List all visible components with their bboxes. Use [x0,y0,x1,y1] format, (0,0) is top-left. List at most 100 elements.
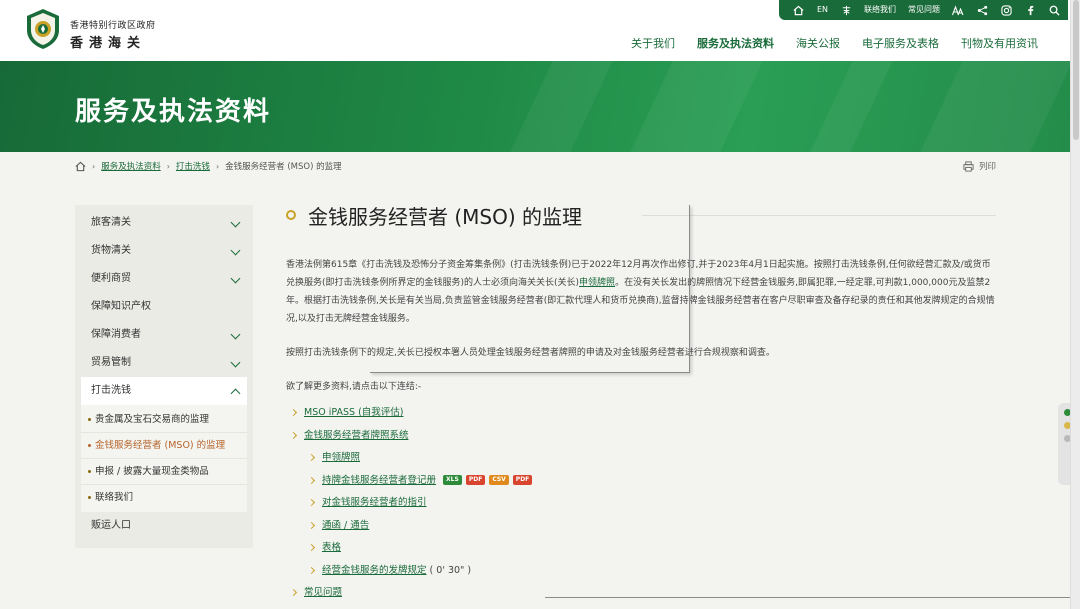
list-item: 对金钱服务经营者的指引 [286,492,996,515]
chevron-up-icon [230,388,241,399]
sidebar-item-passenger[interactable]: 旅客清关 [81,209,247,237]
page-title-row: 金钱服务经营者 (MSO) 的监理 [286,200,996,230]
sidebar-item-label: 旅客清关 [91,217,131,228]
faq-link[interactable]: 常见问题 [908,0,940,20]
printer-icon [963,160,974,172]
csv-file-icon[interactable]: CSV [489,475,509,485]
breadcrumb-current: 金钱服务经营者 (MSO) 的监理 [225,162,342,172]
sidebar-item-label: 保障知识产权 [91,301,151,312]
chevron-right-icon [307,453,316,462]
chevron-right-icon [307,543,316,552]
intro-paragraph: 香港法例第615章《打击洗钱及恐怖分子资金筹集条例》(打击洗钱条例)已于2022… [286,256,996,328]
list-item: MSO iPASS (自我评估) [286,402,996,425]
mso-ipass-link[interactable]: MSO iPASS (自我评估) [304,407,403,418]
sidebar-item-aml[interactable]: 打击洗钱 [81,377,247,405]
pdf-file-icon[interactable]: PDF [512,475,533,485]
main-nav: 关于我们 服务及执法资料 海关公报 电子服务及表格 刊物及有用资讯 [631,35,1038,51]
faq-content-link[interactable]: 常见问题 [304,587,342,598]
forms-link[interactable]: 表格 [322,542,341,553]
sidebar-item-consumer[interactable]: 保障消费者 [81,321,247,349]
home-icon[interactable] [793,4,805,16]
chevron-right-icon [307,498,316,507]
apply-licence-sublink[interactable]: 申领牌照 [322,452,360,463]
list-item: 经营金钱服务的发牌规定 ( 0' 30" ) [286,560,996,583]
instagram-icon[interactable] [1000,4,1012,16]
home-icon[interactable] [75,161,86,172]
sidebar-subitem-cash-declaration[interactable]: 申报 / 披露大量现金类物品 [81,458,247,484]
main-content: 金钱服务经营者 (MSO) 的监理 香港法例第615章《打击洗钱及恐怖分子资金筹… [286,200,996,605]
list-item: 金钱服务经营者牌照系统 [286,425,996,448]
chevron-right-icon [289,431,298,439]
guideline-link[interactable]: 对金钱服务经营者的指引 [322,497,427,508]
chevron-right-icon [307,566,316,574]
share-icon[interactable] [976,4,988,16]
breadcrumb-services[interactable]: 服务及执法资料 [101,160,161,172]
xls-file-icon[interactable]: XLS [443,475,462,485]
circulars-link[interactable]: 通函 / 通告 [322,520,369,531]
utility-bar: EN 联络我们 常见问题 [778,0,1068,20]
traditional-chinese-icon[interactable] [840,4,852,16]
sidebar-item-label: 货物清关 [91,245,131,256]
chevron-right-icon [307,476,316,484]
page-title: 金钱服务经营者 (MSO) 的监理 [308,204,583,229]
sidebar-item-human-trafficking[interactable]: 贩运人口 [81,512,247,540]
sidebar-subitem-label: 贵金属及宝石交易商的监理 [95,414,210,425]
nav-about[interactable]: 关于我们 [631,35,675,51]
chevron-down-icon [230,245,241,256]
nav-bulletin[interactable]: 海关公报 [796,35,840,51]
sidebar-item-label: 保障消费者 [91,329,141,340]
page-scrollbar[interactable] [1070,0,1080,609]
nav-services-enforcement[interactable]: 服务及执法资料 [697,35,774,51]
sidebar: 旅客清关 货物清关 便利商贸 保障知识产权 保障消费者 贸易管制 打击洗钱 贵金… [75,205,253,548]
sidebar-subitem-label: 金钱服务经营者 (MSO) 的监理 [95,440,226,451]
lang-en-link[interactable]: EN [817,0,828,20]
customs-crest-logo[interactable] [24,8,62,50]
list-item: 申领牌照 [286,447,996,470]
register-link[interactable]: 持牌金钱服务经营者登记册 [322,475,436,486]
sidebar-item-trade-control[interactable]: 贸易管制 [81,349,247,377]
list-item: 常见问题 [286,582,996,605]
sidebar-item-label: 便利商贸 [91,273,131,284]
title-divider [642,215,996,216]
chevron-right-icon [289,588,298,597]
sidebar-item-cargo[interactable]: 货物清关 [81,237,247,265]
sidebar-subitem-label: 联络我们 [95,492,134,503]
pdf-file-icon[interactable]: PDF [465,475,486,485]
contact-link[interactable]: 联络我们 [864,0,896,20]
licensing-requirements-video-link[interactable]: 经营金钱服务的发牌规定 [322,565,427,576]
search-icon[interactable] [1048,4,1060,16]
breadcrumb-aml[interactable]: 打击洗钱 [176,160,210,172]
chevron-down-icon [230,329,241,340]
chevron-down-icon [230,357,241,368]
sidebar-item-label: 打击洗钱 [91,385,131,396]
sidebar-subitem-mso[interactable]: 金钱服务经营者 (MSO) 的监理 [81,432,247,458]
chevron-right-icon [289,408,298,417]
video-duration: ( 0' 30" ) [429,564,472,576]
chevron-right-icon: › [92,161,96,171]
nav-eservices-forms[interactable]: 电子服务及表格 [862,35,939,51]
sidebar-subitem-precious-metals[interactable]: 贵金属及宝石交易商的监理 [81,407,247,432]
chevron-right-icon: › [166,161,170,171]
title-bullet-icon [286,210,296,220]
facebook-icon[interactable] [1024,4,1036,16]
link-list: MSO iPASS (自我评估) 金钱服务经营者牌照系统 申领牌照 持牌金钱服务… [286,402,996,605]
section-banner: 服务及执法资料 [0,61,1070,152]
sidebar-item-label: 贸易管制 [91,357,131,368]
sidebar-item-ip-protection[interactable]: 保障知识产权 [81,293,247,321]
nav-publications[interactable]: 刊物及有用资讯 [961,35,1038,51]
apply-licence-link[interactable]: 申领牌照 [579,278,615,288]
licensing-system-link[interactable]: 金钱服务经营者牌照系统 [304,430,409,441]
font-size-icon[interactable] [952,4,964,16]
authorisation-paragraph: 按照打击洗钱条例下的规定,关长已授权本署人员处理金钱服务经营者牌照的申请及对金钱… [286,348,775,358]
chevron-down-icon [230,273,241,284]
sidebar-subitem-contact[interactable]: 联络我们 [81,484,247,510]
scrollbar-thumb[interactable] [1073,0,1079,140]
org-name-line1: 香港特别行政区政府 [70,21,156,31]
sidebar-subitem-label: 申报 / 披露大量现金类物品 [95,466,209,477]
sidebar-subpanel-aml: 贵金属及宝石交易商的监理 金钱服务经营者 (MSO) 的监理 申报 / 披露大量… [81,405,247,512]
page: 香港特别行政区政府 香港海关 关于我们 服务及执法资料 海关公报 电子服务及表格… [0,0,1080,609]
print-button[interactable]: 列印 [963,160,996,172]
chevron-right-icon: › [215,161,220,171]
sidebar-item-trade-facilitation[interactable]: 便利商贸 [81,265,247,293]
chevron-down-icon [230,217,241,228]
